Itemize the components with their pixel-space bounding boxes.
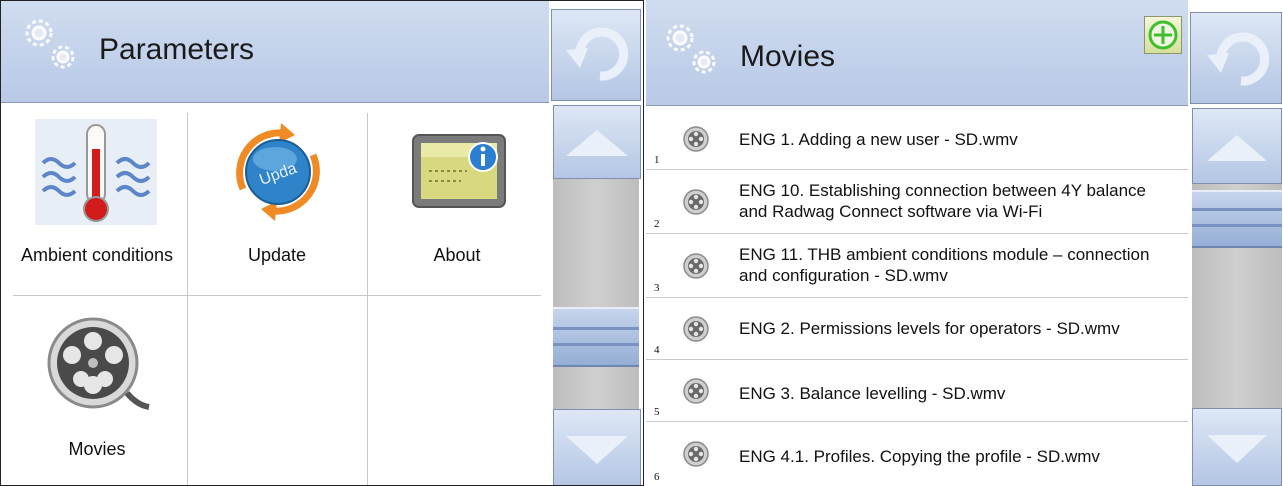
grid-divider (13, 295, 541, 296)
list-item[interactable]: ENG 10. Establishing connection between … (646, 170, 1188, 234)
grid-divider (187, 113, 188, 485)
tile-about[interactable]: About (369, 111, 545, 291)
grid-divider (367, 113, 368, 485)
scroll-up-button[interactable] (553, 105, 641, 179)
movie-title: ENG 4.1. Profiles. Copying the profile -… (739, 447, 1100, 466)
undo-arrow-icon (566, 27, 629, 81)
page-title: Parameters (99, 33, 255, 66)
arrow-down-icon (1207, 435, 1267, 463)
gears-icon (666, 24, 716, 74)
row-number: 3 (654, 282, 660, 294)
parameters-header: Parameters (1, 1, 549, 103)
tile-label: Update (247, 245, 307, 265)
movies-header: Movies (646, 0, 1188, 106)
film-reel-icon (47, 317, 150, 410)
list-item[interactable]: ENG 2. Permissions levels for operators … (646, 298, 1188, 360)
list-item[interactable]: ENG 1. Adding a new user - SD.wmv 1 (646, 108, 1188, 170)
thermometer-icon (35, 119, 157, 225)
tile-ambient-conditions[interactable]: Ambient conditions (9, 111, 185, 291)
gears-icon (25, 19, 75, 69)
row-number: 2 (654, 218, 660, 230)
info-card-icon (412, 134, 506, 208)
add-button[interactable] (1144, 16, 1182, 54)
list-item[interactable]: ENG 4.1. Profiles. Copying the profile -… (646, 422, 1188, 486)
movie-title: ENG 3. Balance levelling - SD.wmv (739, 384, 1006, 403)
scroll-thumb[interactable] (1192, 190, 1282, 248)
film-reel-icon (682, 188, 710, 216)
scroll-down-button[interactable] (1192, 408, 1282, 486)
plus-circle-icon (1148, 20, 1178, 50)
tile-label: Ambient conditions (20, 245, 174, 265)
film-reel-icon (682, 377, 710, 405)
list-item[interactable]: ENG 11. THB ambient conditions module – … (646, 234, 1188, 298)
scroll-thumb[interactable] (553, 307, 639, 367)
movie-title: ENG 10. Establishing connection between … (739, 181, 1147, 221)
tile-label: About (433, 245, 481, 265)
back-button[interactable] (1190, 12, 1282, 104)
undo-arrow-icon (1207, 32, 1270, 86)
parameters-window: Parameters Ambient conditions Upda Updat… (0, 0, 644, 486)
movie-title: ENG 2. Permissions levels for operators … (739, 319, 1120, 338)
movie-title: ENG 1. Adding a new user - SD.wmv (739, 130, 1018, 149)
tile-movies[interactable]: Movies (9, 299, 185, 485)
film-reel-icon (682, 252, 710, 280)
page-title: Movies (740, 40, 836, 73)
back-button[interactable] (551, 9, 641, 101)
film-reel-icon (682, 315, 710, 343)
row-number: 6 (654, 471, 660, 483)
arrow-up-icon (1207, 135, 1267, 161)
arrow-down-icon (566, 436, 628, 464)
tile-update[interactable]: Upda Update (189, 111, 365, 291)
movies-window: Movies ENG 1. Adding a new user - SD.wmv… (646, 0, 1283, 486)
row-number: 4 (654, 344, 660, 356)
film-reel-icon (682, 440, 710, 468)
scroll-down-button[interactable] (553, 409, 641, 485)
update-icon: Upda (236, 123, 320, 221)
list-item[interactable]: ENG 3. Balance levelling - SD.wmv 5 (646, 360, 1188, 422)
scroll-up-button[interactable] (1192, 108, 1282, 184)
movie-title: ENG 11. THB ambient conditions module – … (739, 245, 1150, 285)
film-reel-icon (682, 125, 710, 153)
arrow-up-icon (566, 130, 628, 156)
tile-label: Movies (68, 439, 126, 459)
row-number: 5 (654, 406, 660, 418)
row-number: 1 (654, 154, 660, 166)
